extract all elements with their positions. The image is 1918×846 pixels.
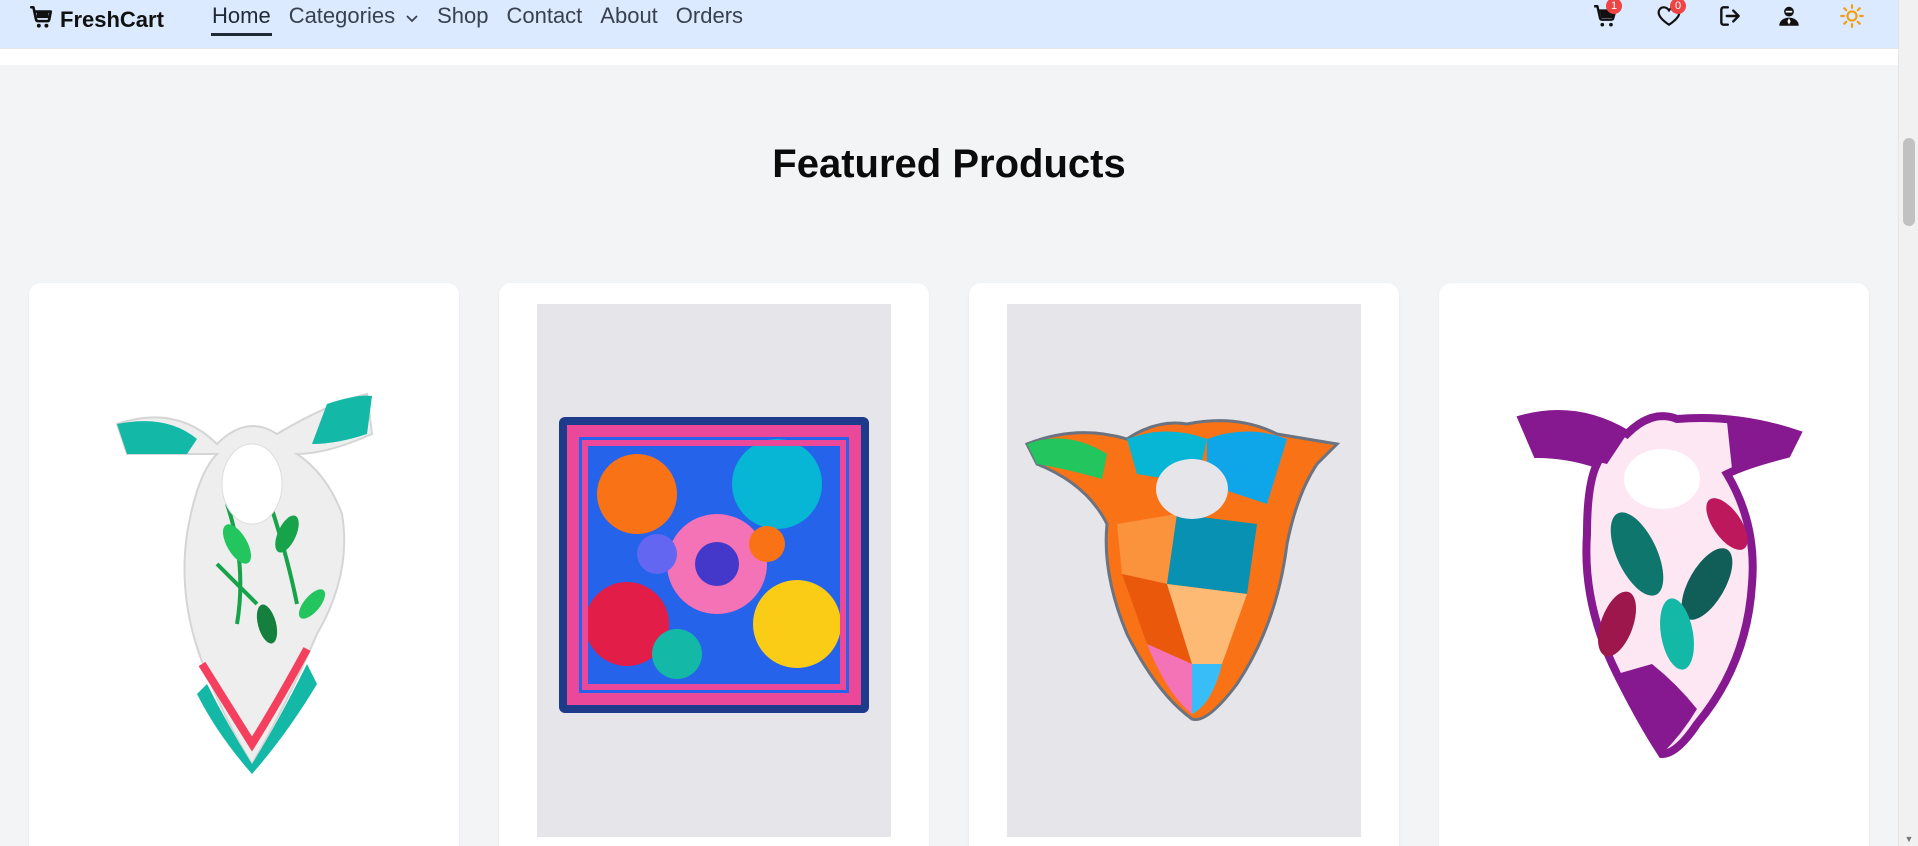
product-image[interactable] <box>537 304 891 837</box>
chevron-down-icon <box>405 4 419 30</box>
scarf-burgundy-image <box>1516 410 1803 759</box>
nav-categories-label: Categories <box>288 3 396 28</box>
brand-logo[interactable]: FreshCart <box>28 4 164 36</box>
product-image[interactable] <box>67 304 421 837</box>
logout-icon <box>1717 3 1743 34</box>
wishlist-button[interactable]: 0 <box>1654 0 1686 32</box>
profile-button[interactable] <box>1774 4 1804 32</box>
main-nav: Home Categories Shop Contact About Order… <box>211 3 744 36</box>
header-spacer <box>0 49 1898 65</box>
theme-toggle-button[interactable] <box>1837 3 1867 34</box>
cart-icon <box>28 4 54 36</box>
sun-icon <box>1839 3 1865 34</box>
product-card[interactable] <box>29 283 459 846</box>
nav-categories[interactable]: Categories <box>288 3 420 36</box>
cart-button[interactable]: 1 <box>1590 0 1622 32</box>
section-title: Featured Products <box>772 142 1126 186</box>
user-icon <box>1776 3 1802 34</box>
nav-contact[interactable]: Contact <box>505 3 583 36</box>
brand-name: FreshCart <box>60 7 164 32</box>
logout-button[interactable] <box>1715 4 1745 32</box>
product-image[interactable] <box>1007 304 1361 837</box>
scrollbar-thumb[interactable] <box>1903 138 1915 226</box>
wishlist-count-badge: 0 <box>1670 0 1686 14</box>
scroll-down-arrow-icon[interactable]: ▼ <box>1904 834 1914 844</box>
nav-home[interactable]: Home <box>211 3 272 36</box>
product-card[interactable] <box>1439 283 1869 846</box>
product-image[interactable] <box>1477 304 1831 837</box>
nav-shop[interactable]: Shop <box>436 3 489 36</box>
nav-about[interactable]: About <box>599 3 659 36</box>
page-scrollbar[interactable]: ▼ <box>1898 0 1918 846</box>
scarf-colorful-square-image <box>559 417 869 713</box>
scarf-white-floral-image <box>115 392 374 774</box>
cart-count-badge: 1 <box>1606 0 1622 14</box>
product-card[interactable] <box>499 283 929 846</box>
nav-orders[interactable]: Orders <box>675 3 744 36</box>
product-card[interactable] <box>969 283 1399 846</box>
scarf-geometric-image <box>1024 419 1341 722</box>
top-navbar: FreshCart Home Categories Shop Contact A… <box>0 0 1898 49</box>
